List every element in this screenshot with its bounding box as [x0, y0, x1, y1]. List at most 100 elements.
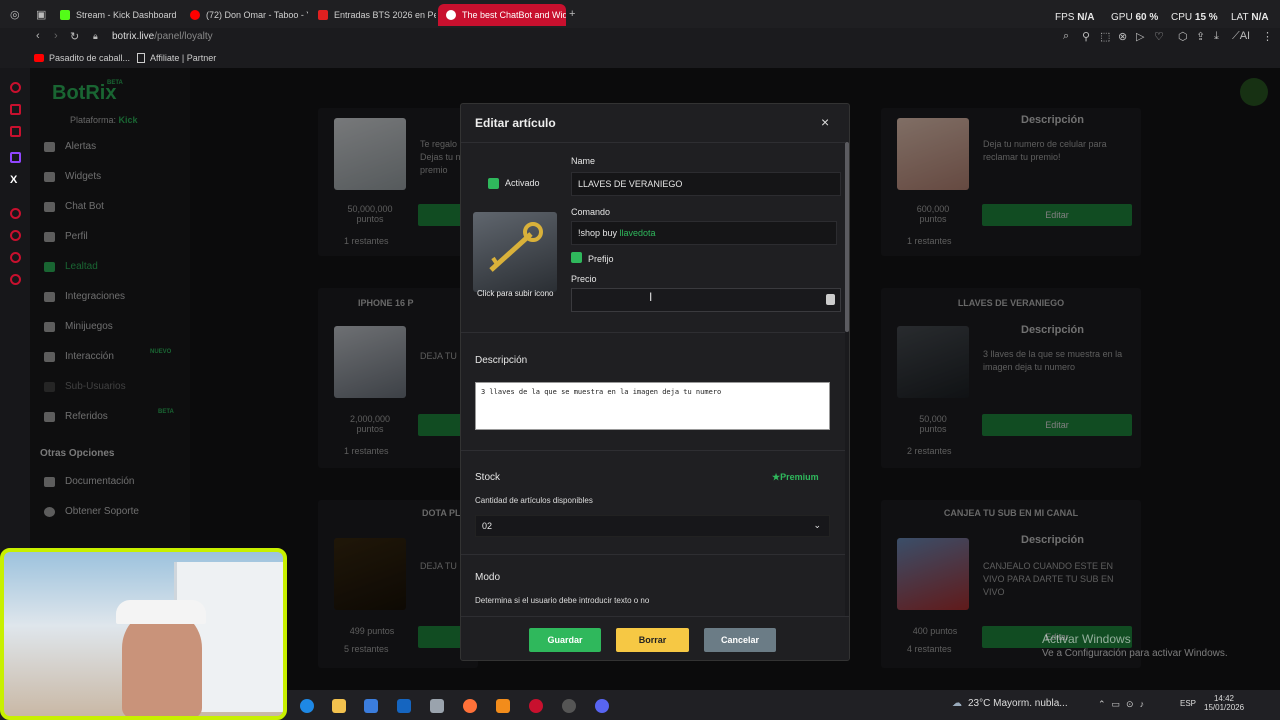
tab-bts-tickets[interactable]: Entradas BTS 2026 en Per [310, 4, 436, 26]
prefix-checkbox[interactable] [571, 252, 582, 263]
new-tab-icon[interactable]: + [569, 8, 575, 20]
name-input[interactable]: LLAVES DE VERANIEGO [571, 172, 841, 196]
x-icon[interactable]: X [10, 174, 17, 186]
browser-tab-bar: ◎ ▣ Stream - Kick Dashboard (72) Don Oma… [0, 0, 1280, 28]
command-value: llavedota [619, 228, 656, 238]
bookmark-item[interactable]: Pasadito de caball... [34, 53, 130, 63]
discord-icon[interactable] [595, 699, 609, 713]
description-textarea[interactable]: 3 llaves de la que se muestra en la imag… [475, 382, 830, 430]
outlook-icon[interactable] [397, 699, 411, 713]
cpu-stat: CPU 15 % [1171, 12, 1218, 23]
divider [461, 450, 849, 451]
language-indicator[interactable]: ESP [1180, 699, 1196, 708]
activated-label: Activado [505, 178, 540, 188]
fps-stat: FPS N/A [1055, 12, 1095, 23]
clock-icon[interactable] [10, 230, 21, 241]
weather-text: 23°C Mayorm. nubla... [968, 698, 1068, 709]
tab-botrix[interactable]: The best ChatBot and Wid [438, 4, 566, 26]
shield-icon[interactable]: ⊗ [1118, 30, 1127, 43]
divider [461, 142, 849, 143]
ai-icon[interactable]: ⟋AI [1232, 30, 1250, 43]
opera-icon[interactable] [529, 699, 543, 713]
settings-icon[interactable] [10, 274, 21, 285]
app-icon[interactable] [430, 699, 444, 713]
botrix-icon [446, 10, 456, 20]
premium-badge: ★Premium [772, 472, 819, 483]
play-circle-icon[interactable] [10, 208, 21, 219]
tab-label: The best ChatBot and Wid [462, 10, 566, 20]
extensions-icon[interactable]: ⬡ [1178, 30, 1188, 43]
tab-actions-icon[interactable]: ▣ [36, 8, 46, 21]
forward-icon[interactable]: › [54, 30, 58, 42]
pin-icon[interactable] [10, 252, 21, 263]
download-icon[interactable]: ⤓ [1214, 30, 1219, 43]
folder-icon[interactable] [332, 699, 346, 713]
activated-checkbox[interactable] [488, 178, 499, 189]
loop-icon[interactable] [10, 82, 21, 93]
youtube-icon [34, 54, 44, 62]
bookmark-item[interactable]: Affiliate | Partner [137, 53, 216, 63]
screenshot-icon[interactable]: ⬚ [1100, 30, 1110, 43]
heart-icon[interactable]: ♡ [1154, 30, 1164, 43]
clock[interactable]: 14:42 15/01/2026 [1204, 694, 1244, 712]
zoom-icon[interactable]: ⌕ [1063, 30, 1069, 43]
document-icon [137, 53, 145, 63]
twitch-icon[interactable] [10, 152, 21, 163]
pin-icon[interactable]: ⚲ [1082, 30, 1090, 43]
back-icon[interactable]: ‹ [36, 30, 40, 42]
weather-widget[interactable]: ☁ 23°C Mayorm. nubla... [952, 698, 1068, 709]
command-input[interactable]: !shop buy llavedota [571, 221, 837, 245]
modal-scrollbar-thumb[interactable] [845, 142, 849, 332]
share-icon[interactable]: ⇪ [1196, 30, 1205, 43]
description-label: Descripción [475, 355, 528, 366]
modal-scrollbar-track[interactable] [845, 142, 849, 620]
cancel-button[interactable]: Cancelar [704, 628, 776, 652]
menu-icon[interactable]: ⋮ [1262, 30, 1273, 43]
store-icon[interactable] [364, 699, 378, 713]
play-icon[interactable]: ▷ [1136, 30, 1144, 43]
stock-select[interactable]: 02 ⌄ [475, 515, 830, 537]
firefox-icon[interactable] [463, 699, 477, 713]
obs-icon[interactable] [562, 699, 576, 713]
stock-value: 02 [482, 521, 493, 531]
activate-windows-subtitle: Ve a Configuración para activar Windows. [1042, 648, 1228, 659]
number-stepper-icon[interactable] [826, 294, 835, 305]
modal-title: Editar artículo [475, 116, 556, 130]
delete-button[interactable]: Borrar [616, 628, 689, 652]
mode-label: Modo [475, 572, 501, 583]
reload-icon[interactable]: ↻ [70, 30, 79, 43]
star-icon: ★ [772, 472, 781, 482]
price-label: Precio [571, 274, 597, 284]
browser-menu-icon[interactable]: ◎ [10, 8, 20, 21]
lock-icon: 🔒︎ [93, 31, 98, 41]
price-input[interactable] [571, 288, 841, 312]
name-label: Name [571, 156, 596, 166]
tray-icons[interactable]: ⌃▭⊙♪ [1098, 699, 1150, 710]
key-icon [489, 222, 543, 272]
cap-image [116, 600, 206, 624]
close-icon[interactable]: × [821, 114, 829, 130]
text-cursor-icon: I [649, 290, 653, 304]
upload-icon-label[interactable]: Click para subir icono [477, 289, 553, 298]
webcam-overlay [0, 548, 287, 720]
address-bar[interactable]: botrix.live/panel/loyalty [112, 31, 213, 42]
streamer-image [122, 608, 202, 716]
command-prefix: !shop buy [578, 228, 620, 238]
tab-label: Stream - Kick Dashboard [76, 10, 177, 20]
edge-icon[interactable] [300, 699, 314, 713]
gpu-stat: GPU 60 % [1111, 12, 1159, 23]
bag-icon[interactable] [10, 104, 21, 115]
tab-youtube[interactable]: (72) Don Omar - Taboo - Y [182, 4, 308, 26]
browser-toolbar: ‹ › ↻ 🔒︎ botrix.live/panel/loyalty ⌕ ⚲ ⬚… [0, 28, 1280, 48]
premium-label: Premium [780, 472, 819, 482]
clock-date: 15/01/2026 [1204, 703, 1245, 712]
tab-label: (72) Don Omar - Taboo - Y [206, 10, 308, 20]
lat-stat: LAT N/A [1231, 12, 1269, 23]
tab-kick-dashboard[interactable]: Stream - Kick Dashboard [52, 4, 180, 26]
mail-icon[interactable] [10, 126, 21, 137]
save-button[interactable]: Guardar [529, 628, 601, 652]
item-icon-upload[interactable] [473, 212, 557, 292]
clock-time: 14:42 [1213, 694, 1235, 703]
vlc-icon[interactable] [496, 699, 510, 713]
cloud-icon: ☁ [952, 698, 962, 709]
